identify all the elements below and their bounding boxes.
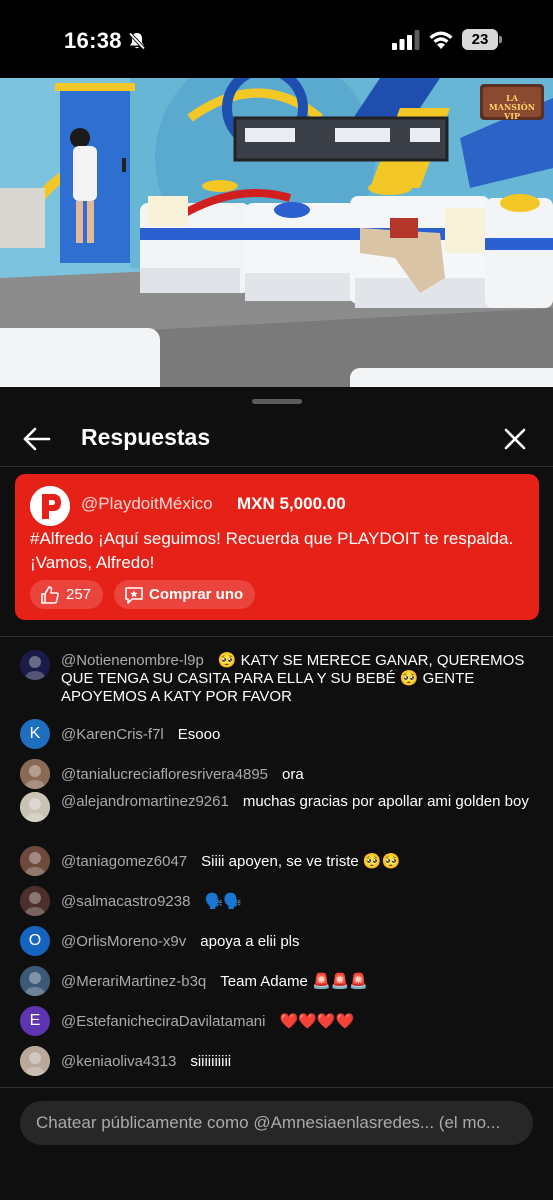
comment-author[interactable]: @EstefanicheciraDavilatamani xyxy=(61,1013,266,1030)
like-button[interactable]: 257 xyxy=(30,580,104,609)
thumbs-up-icon xyxy=(41,585,59,604)
comment-text: @keniaoliva4313 siiiiiiiiii xyxy=(61,1053,531,1071)
comment-avatar[interactable] xyxy=(20,759,50,789)
close-icon[interactable] xyxy=(503,427,527,451)
comment-list[interactable]: @Notienenombre-l9p 🥺 KATY SE MERECE GANAR… xyxy=(0,649,553,1085)
comment-author[interactable]: @Notienenombre-l9p xyxy=(61,652,204,669)
profile-photo xyxy=(20,966,50,996)
profile-photo xyxy=(20,759,50,789)
status-bar: 16:38 23 xyxy=(0,0,553,78)
comment-avatar[interactable] xyxy=(20,792,50,822)
comment-row[interactable]: @Notienenombre-l9p 🥺 KATY SE MERECE GANAR… xyxy=(0,649,553,705)
profile-photo xyxy=(20,846,50,876)
comment-author[interactable]: @alejandromartinez9261 xyxy=(61,793,229,810)
comment-avatar[interactable] xyxy=(20,846,50,876)
wifi-icon xyxy=(429,31,453,49)
comment-message: siiiiiiiiii xyxy=(190,1053,232,1070)
comment-message: ora xyxy=(282,766,304,783)
comment-avatar[interactable] xyxy=(20,1046,50,1076)
comment-avatar[interactable]: E xyxy=(20,1006,50,1036)
show-logo-text: LA MANSIÓN VIP xyxy=(488,93,536,121)
comment-text: @MerariMartinez-b3q Team Adame 🚨🚨🚨 xyxy=(61,973,531,991)
comment-text: @salmacastro9238 🗣️🗣️ xyxy=(61,893,531,911)
arrow-left-icon[interactable] xyxy=(22,425,52,453)
comment-text: @alejandromartinez9261 muchas gracias por… xyxy=(61,793,531,811)
comment-row[interactable]: E @EstefanicheciraDavilatamani ❤️❤️❤️❤️ xyxy=(0,1004,553,1044)
comment-avatar[interactable]: K xyxy=(20,719,50,749)
comment-author[interactable]: @taniagomez6047 xyxy=(61,853,187,870)
comment-message: apoya a elii pls xyxy=(200,933,300,950)
drag-handle[interactable] xyxy=(252,399,302,404)
buy-one-button[interactable]: Comprar uno xyxy=(114,580,256,609)
comment-row[interactable]: @alejandromartinez9261 muchas gracias por… xyxy=(0,790,553,830)
super-chat-message: #Alfredo ¡Aquí seguimos! Recuerda que PL… xyxy=(30,529,514,572)
comment-message: muchas gracias por apollar ami golden bo… xyxy=(242,793,529,810)
comment-author[interactable]: @tanialucreciafloresrivera4895 xyxy=(61,766,268,783)
profile-photo xyxy=(20,886,50,916)
comment-message: Esooo xyxy=(177,726,221,743)
comment-avatar[interactable] xyxy=(20,966,50,996)
chat-input[interactable]: Chatear públicamente como @Amnesiaenlasr… xyxy=(20,1101,533,1145)
comment-text: @Notienenombre-l9p 🥺 KATY SE MERECE GANAR… xyxy=(61,652,531,706)
super-chat-star-icon xyxy=(125,586,143,604)
chat-bar: Chatear públicamente como @Amnesiaenlasr… xyxy=(0,1087,553,1200)
video-frame xyxy=(0,78,553,387)
comment-text: @tanialucreciafloresrivera4895 ora xyxy=(61,766,531,784)
buy-one-label: Comprar uno xyxy=(149,586,244,603)
super-chat-card: @PlaydoitMéxico MXN 5,000.00 #Alfredo ¡A… xyxy=(15,474,539,620)
comment-author[interactable]: @KarenCris-f7l xyxy=(61,726,164,743)
battery-icon: 23 xyxy=(462,29,502,50)
profile-photo xyxy=(20,792,50,822)
comment-author[interactable]: @keniaoliva4313 xyxy=(61,1053,176,1070)
comment-text: @EstefanicheciraDavilatamani ❤️❤️❤️❤️ xyxy=(61,1013,531,1031)
comment-message: ❤️❤️❤️❤️ xyxy=(279,1013,355,1030)
comment-message: Siiii apoyen, se ve triste 🥺🥺 xyxy=(201,853,401,870)
super-chat-amount: MXN 5,000.00 xyxy=(237,494,346,513)
comment-row[interactable]: @salmacastro9238 🗣️🗣️ xyxy=(0,884,553,924)
battery-level: 23 xyxy=(462,29,498,50)
comment-text: @KarenCris-f7l Esooo xyxy=(61,726,531,744)
comment-row[interactable]: O @OrlisMoreno-x9v apoya a elii pls xyxy=(0,924,553,964)
profile-photo xyxy=(20,1046,50,1076)
avatar-letter: E xyxy=(29,1012,41,1029)
divider xyxy=(0,636,553,637)
comment-text: @taniagomez6047 Siiii apoyen, se ve trist… xyxy=(61,853,531,871)
comment-message: Team Adame 🚨🚨🚨 xyxy=(220,973,369,990)
comment-author[interactable]: @OrlisMoreno-x9v xyxy=(61,933,186,950)
like-count: 257 xyxy=(66,586,92,603)
comment-text: @OrlisMoreno-x9v apoya a elii pls xyxy=(61,933,531,951)
comment-row[interactable]: @keniaoliva4313 siiiiiiiiii xyxy=(0,1044,553,1084)
comment-row[interactable]: @MerariMartinez-b3q Team Adame 🚨🚨🚨 xyxy=(0,964,553,1004)
replies-sheet: Respuestas @PlaydoitMéxico MXN 5,000.00 … xyxy=(0,387,553,1200)
sheet-header: Respuestas xyxy=(0,411,553,467)
comment-row[interactable]: K @KarenCris-f7l Esooo xyxy=(0,717,553,757)
comment-author[interactable]: @MerariMartinez-b3q xyxy=(61,973,206,990)
super-chat-avatar[interactable] xyxy=(30,486,70,526)
super-chat-author[interactable]: @PlaydoitMéxico xyxy=(81,494,213,514)
cellular-signal-icon xyxy=(392,30,420,50)
sheet-title: Respuestas xyxy=(81,424,211,450)
avatar-letter: K xyxy=(29,725,41,742)
profile-photo xyxy=(20,650,50,680)
comment-avatar[interactable] xyxy=(20,650,50,680)
comment-avatar[interactable]: O xyxy=(20,926,50,956)
avatar-letter: O xyxy=(28,932,42,949)
comment-message: 🗣️🗣️ xyxy=(204,893,242,910)
comment-row[interactable]: @taniagomez6047 Siiii apoyen, se ve trist… xyxy=(0,844,553,884)
comment-author[interactable]: @salmacastro9238 xyxy=(61,893,190,910)
bell-off-icon xyxy=(128,32,146,50)
video-player[interactable]: LA MANSIÓN VIP xyxy=(0,78,553,387)
status-time: 16:38 xyxy=(64,28,122,53)
comment-avatar[interactable] xyxy=(20,886,50,916)
